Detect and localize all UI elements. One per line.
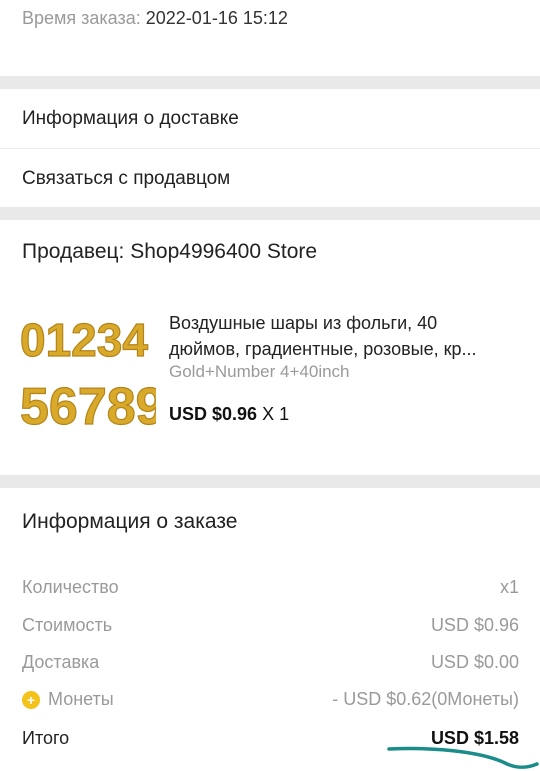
quantity-value: x1	[499, 577, 519, 597]
shipping-value: USD $0.00	[430, 652, 519, 672]
highlight-underline	[387, 746, 539, 769]
product-title-line2: дюймов, градиентные, розовые, кр...	[169, 339, 477, 359]
product-price-row: USD $0.96 X 1	[169, 404, 289, 425]
coins-label: Монеты	[48, 689, 114, 709]
coin-icon: +	[22, 690, 40, 709]
quantity-label: Количество	[22, 577, 119, 597]
contact-seller-link[interactable]: Связаться с продавцом	[0, 149, 540, 208]
order-time-row: Время заказа: 2022-01-16 15:12	[22, 8, 288, 29]
balloon-digits-top: 01234	[20, 314, 148, 366]
delivery-info-link[interactable]: Информация о доставке	[0, 89, 540, 149]
section-divider	[0, 475, 540, 488]
delivery-info-label: Информация о доставке	[22, 107, 239, 129]
product-variant: Gold+Number 4+40inch	[169, 362, 350, 381]
seller-name[interactable]: Продавец: Shop4996400 Store	[22, 240, 317, 264]
order-time-value: 2022-01-16 15:12	[145, 8, 288, 28]
cost-row: Стоимость USD $0.96	[22, 615, 519, 636]
product-title-line1: Воздушные шары из фольги, 40	[169, 313, 438, 333]
product-title[interactable]: Воздушные шары из фольги, 40 дюймов, гра…	[169, 310, 521, 362]
shipping-row: Доставка USD $0.00	[22, 652, 519, 673]
order-time-label: Время заказа:	[22, 8, 146, 28]
cost-label: Стоимость	[22, 615, 113, 635]
balloon-digits-bottom: 56789	[20, 378, 156, 436]
coins-value: - USD $0.62(0Монеты)	[332, 689, 519, 709]
total-label: Итого	[22, 728, 70, 748]
product-image[interactable]: 01234 56789	[20, 306, 156, 436]
shipping-label: Доставка	[22, 652, 100, 672]
coins-row: + Монеты - USD $0.62(0Монеты)	[22, 689, 519, 710]
quantity-row: Количество x1	[22, 577, 519, 598]
section-divider	[0, 76, 540, 89]
cost-value: USD $0.96	[430, 615, 519, 635]
contact-seller-label: Связаться с продавцом	[22, 167, 231, 189]
order-info-title: Информация о заказе	[22, 510, 238, 533]
product-quantity: X 1	[257, 404, 290, 424]
order-links-section: Информация о доставке Связаться с продав…	[0, 89, 540, 207]
order-time-section: Время заказа: 2022-01-16 15:12	[0, 0, 540, 76]
section-divider	[0, 207, 540, 220]
product-price: USD $0.96	[169, 404, 258, 424]
